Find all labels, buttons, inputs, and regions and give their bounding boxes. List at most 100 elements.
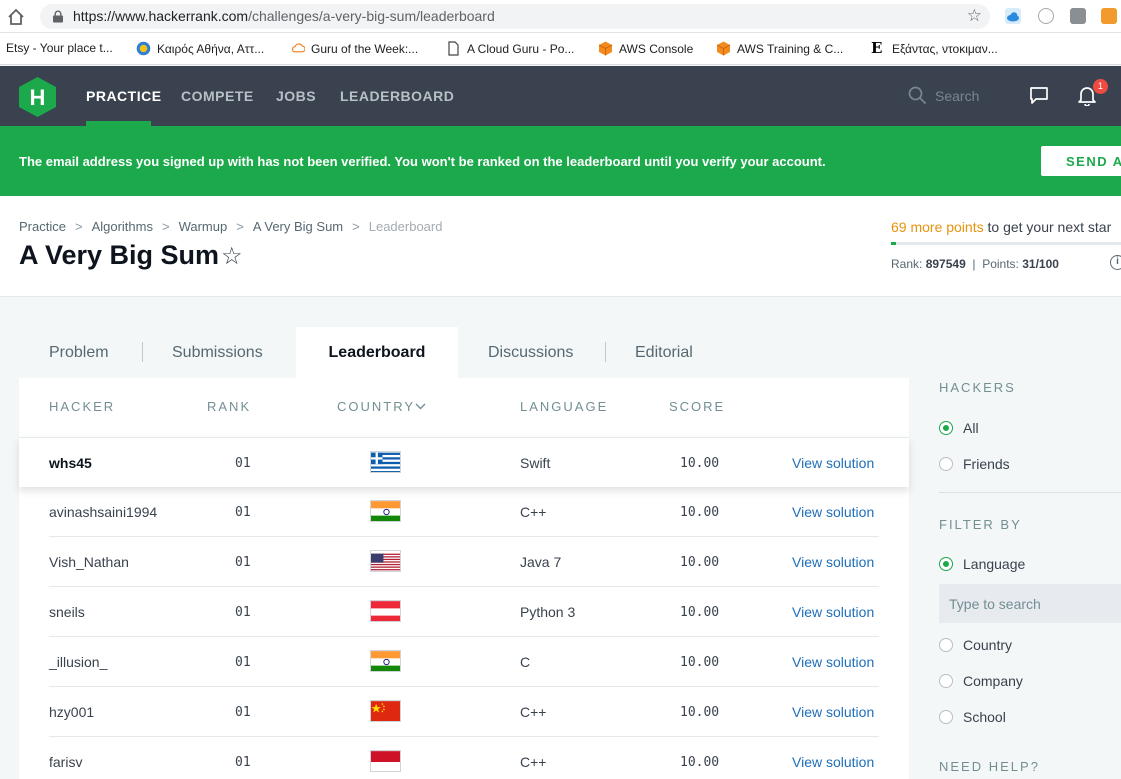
bookmark-weather[interactable]: Καιρός Αθήνα, Αττ... — [136, 41, 264, 56]
nav-compete[interactable]: COMPETE — [181, 88, 254, 104]
hacker-name[interactable]: whs45 — [49, 455, 92, 471]
star-progress-bar — [891, 242, 1121, 245]
radio-country-label[interactable]: Country — [963, 637, 1012, 653]
info-icon[interactable]: i — [1110, 255, 1121, 270]
radio-school[interactable] — [939, 710, 953, 724]
country-flag-india-icon — [370, 650, 401, 672]
rank-label: Rank: — [891, 257, 923, 271]
bookmark-etsy[interactable]: Etsy - Your place t... — [6, 41, 113, 55]
hacker-name[interactable]: hzy001 — [49, 704, 94, 720]
radio-all-label[interactable]: All — [963, 420, 979, 436]
bookmark-guru[interactable]: Guru of the Week:... — [290, 41, 418, 56]
bookmark-aws-training[interactable]: AWS Training & C... — [716, 41, 843, 56]
column-header-country[interactable]: COUNTRY — [337, 399, 426, 414]
radio-country[interactable] — [939, 638, 953, 652]
breadcrumb: Practice > Algorithms > Warmup > A Very Big Su… — [19, 219, 442, 234]
url-text: https://www.hackerrank.com/challenges/a-… — [73, 8, 495, 24]
radio-friends-label[interactable]: Friends — [963, 456, 1010, 472]
tab-discussions[interactable]: Discussions — [488, 344, 573, 362]
address-bar[interactable]: https://www.hackerrank.com/challenges/a-… — [40, 4, 990, 29]
tab-problem[interactable]: Problem — [49, 344, 109, 362]
country-flag-china-icon — [370, 700, 401, 722]
table-row: whs45 01 Swift 10.00 View solution — [19, 437, 909, 487]
filter-by-heading: FILTER BY — [939, 517, 1022, 532]
hacker-name[interactable]: Vish_Nathan — [49, 554, 129, 570]
breadcrumb-algorithms[interactable]: Algorithms — [92, 219, 153, 234]
breadcrumb-warmup[interactable]: Warmup — [179, 219, 228, 234]
nav-leaderboard[interactable]: LEADERBOARD — [340, 88, 454, 104]
filter-search-input[interactable] — [939, 584, 1121, 623]
orange-extension-icon[interactable] — [1101, 8, 1117, 24]
bookmark-aws-console[interactable]: AWS Console — [598, 41, 693, 56]
view-solution-link[interactable]: View solution — [792, 455, 874, 471]
view-solution-link[interactable]: View solution — [792, 754, 874, 770]
hacker-name[interactable]: farisv — [49, 754, 82, 770]
radio-company[interactable] — [939, 674, 953, 688]
radio-school-label[interactable]: School — [963, 709, 1006, 725]
view-solution-link[interactable]: View solution — [792, 504, 874, 520]
bookmark-acloudguru[interactable]: A Cloud Guru - Po... — [446, 41, 574, 56]
hacker-name[interactable]: sneils — [49, 604, 85, 620]
hacker-name[interactable]: avinashsaini1994 — [49, 504, 157, 520]
breadcrumb-practice[interactable]: Practice — [19, 219, 66, 234]
tab-divider — [605, 342, 606, 362]
sun-icon — [136, 41, 151, 56]
page-title: A Very Big Sum — [19, 240, 220, 270]
country-flag-india-icon — [370, 500, 401, 522]
search-icon — [908, 86, 927, 105]
score-cell: 10.00 — [680, 705, 720, 720]
verify-email-banner: The email address you signed up with has… — [0, 126, 1121, 196]
nav-search[interactable]: Search — [908, 86, 979, 105]
send-verification-button[interactable]: SEND AC — [1041, 146, 1121, 176]
radio-company-label[interactable]: Company — [963, 673, 1023, 689]
tab-submissions[interactable]: Submissions — [172, 344, 263, 362]
messages-icon[interactable] — [1029, 86, 1049, 105]
bookmark-label: Guru of the Week:... — [311, 41, 419, 56]
breadcrumb-challenge[interactable]: A Very Big Sum — [253, 219, 343, 234]
view-solution-link[interactable]: View solution — [792, 554, 874, 570]
view-solution-link[interactable]: View solution — [792, 704, 874, 720]
column-header-score: SCORE — [669, 399, 726, 414]
sidebar-divider — [939, 492, 1121, 493]
favorite-star-icon[interactable]: ☆ — [221, 245, 243, 269]
language-cell: C++ — [520, 704, 547, 720]
bookmark-star-icon[interactable]: ☆ — [967, 7, 982, 25]
rank-cell: 01 — [235, 555, 251, 570]
nav-practice[interactable]: PRACTICE — [86, 88, 162, 104]
home-icon[interactable] — [6, 7, 26, 27]
leaderboard-table: HACKER RANK COUNTRY LANGUAGE SCORE whs45… — [19, 378, 909, 779]
hackerrank-logo[interactable]: H — [19, 77, 56, 117]
points-value: 31/100 — [1022, 257, 1059, 271]
skype-extension-icon[interactable] — [1038, 8, 1054, 24]
chevron-down-icon — [415, 403, 426, 410]
language-cell: Java 7 — [520, 554, 562, 570]
view-solution-link[interactable]: View solution — [792, 604, 874, 620]
bookmark-label: A Cloud Guru - Po... — [467, 41, 575, 56]
bookmark-exantas[interactable]: E Εξάντας, ντοκιμαν... — [871, 41, 998, 56]
cloud-extension-icon[interactable] — [1005, 8, 1021, 24]
score-cell: 10.00 — [680, 755, 720, 770]
hacker-name[interactable]: _illusion_ — [49, 654, 107, 670]
country-flag-usa-icon — [370, 550, 401, 572]
feedly-extension-icon[interactable] — [1070, 8, 1086, 24]
table-row: sneils 01 Python 3 10.00 View solution — [19, 587, 909, 637]
logo-letter: H — [30, 85, 46, 110]
radio-language[interactable] — [939, 557, 953, 571]
rank-points: Rank: 897549 | Points: 31/100 — [891, 257, 1059, 271]
rank-value: 897549 — [925, 257, 966, 271]
rank-cell: 01 — [235, 456, 251, 471]
tab-editorial[interactable]: Editorial — [635, 344, 693, 362]
lock-icon — [53, 10, 63, 23]
radio-all[interactable] — [939, 421, 953, 435]
country-flag-austria-icon — [370, 600, 401, 622]
view-solution-link[interactable]: View solution — [792, 654, 874, 670]
rank-cell: 01 — [235, 705, 251, 720]
tab-leaderboard[interactable]: Leaderboard — [296, 327, 458, 378]
star-progress-fill — [891, 242, 896, 245]
nav-jobs[interactable]: JOBS — [276, 88, 316, 104]
radio-language-label[interactable]: Language — [963, 556, 1025, 572]
browser-toolbar: https://www.hackerrank.com/challenges/a-… — [0, 0, 1121, 33]
radio-friends[interactable] — [939, 457, 953, 471]
score-cell: 10.00 — [680, 655, 720, 670]
table-row: hzy001 01 C++ 10.00 View solution — [19, 687, 909, 737]
